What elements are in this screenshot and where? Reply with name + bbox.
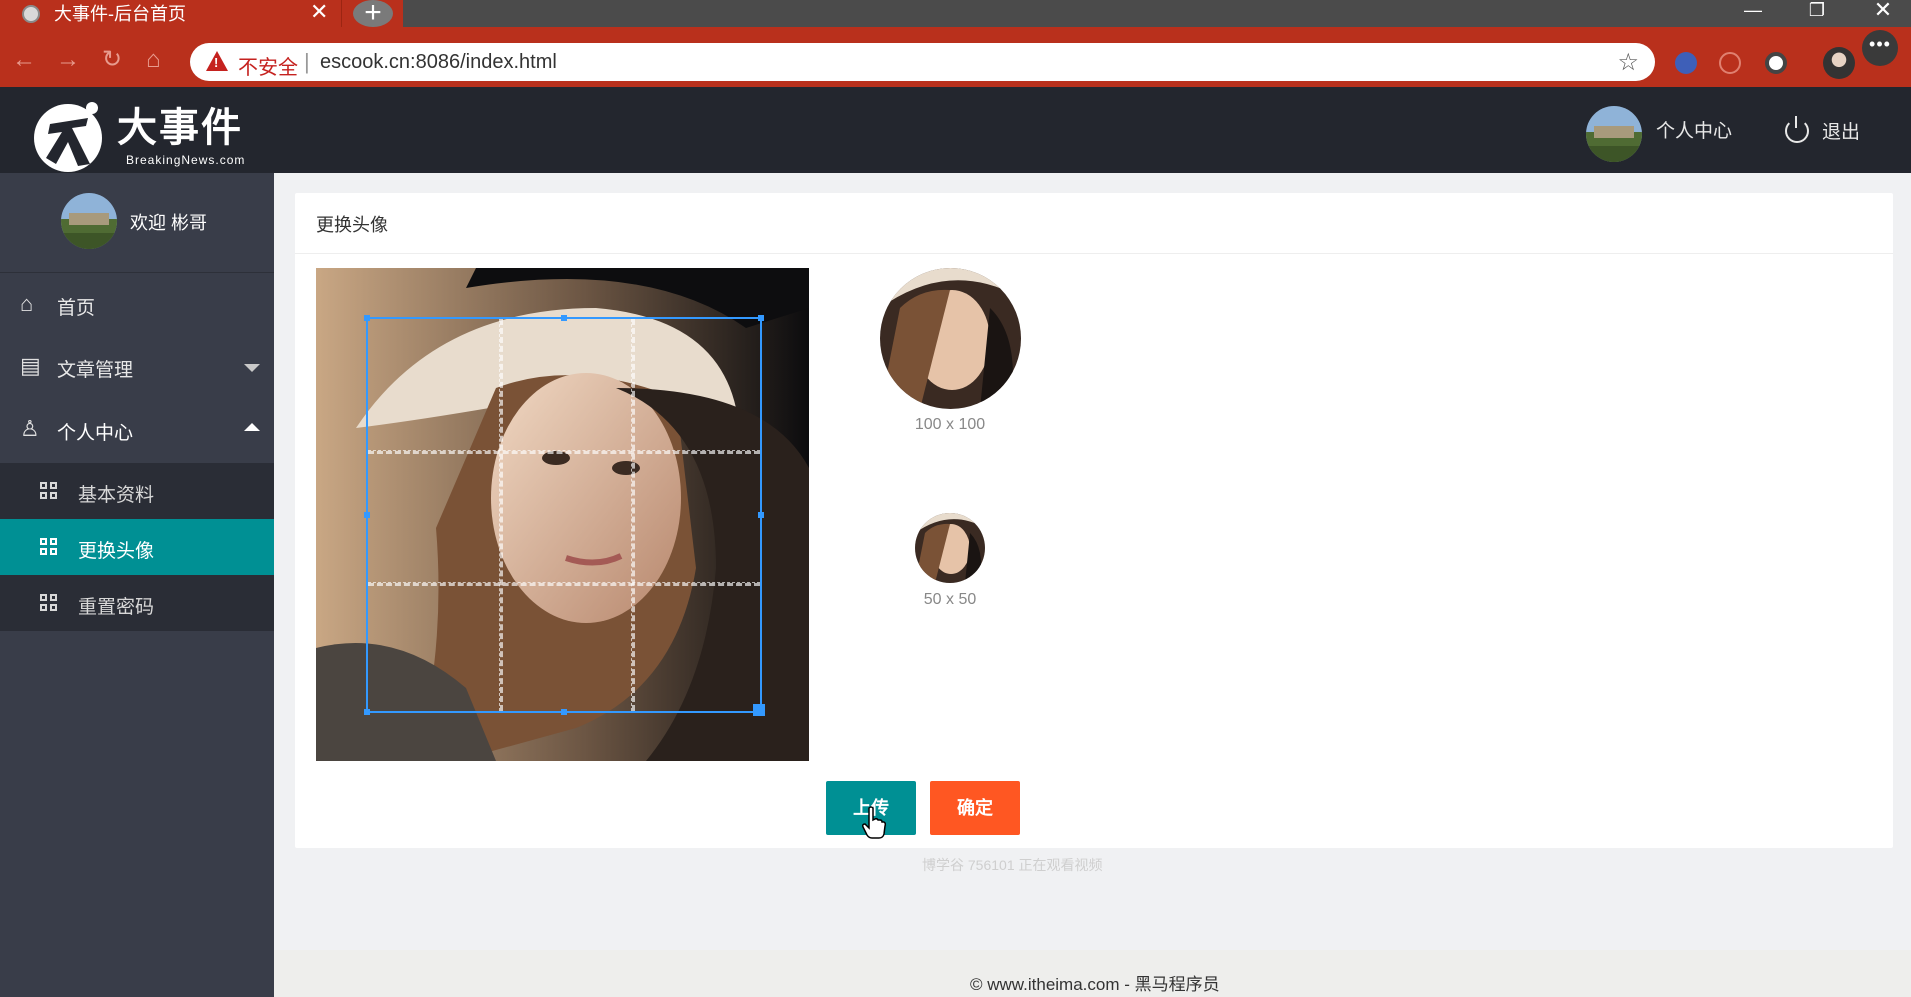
crop-handle-s[interactable] [561, 709, 567, 715]
maximize-button[interactable]: ❐ [1792, 0, 1842, 27]
avatar-preview-small [915, 513, 985, 583]
sidebar-item-profile[interactable]: ♙ 个人中心 [0, 399, 274, 461]
crop-handle-n[interactable] [561, 315, 567, 321]
confirm-button[interactable]: 确定 [930, 781, 1020, 835]
profile-avatar[interactable] [1823, 47, 1855, 79]
security-label[interactable]: 不安全 [238, 51, 298, 80]
power-icon[interactable] [1785, 116, 1809, 143]
reload-icon[interactable]: ↻ [102, 48, 122, 72]
crop-guide-line [368, 582, 760, 586]
crop-handle-sw[interactable] [364, 709, 370, 715]
sidebar-item-label: 重置密码 [78, 597, 155, 618]
logo-subtitle: BreakingNews.com [126, 153, 246, 167]
url-text[interactable]: escook.cn:8086/index.html [320, 51, 557, 74]
sidebar: 欢迎 彬哥 ⌂ 首页 ▤ 文章管理 ♙ 个人中心 基本资料 更换头像 重置密码 [0, 173, 274, 997]
sidebar-item-label: 首页 [57, 298, 96, 319]
chevron-down-icon [244, 364, 260, 372]
crop-guide-line [368, 450, 760, 454]
grid-icon [40, 594, 58, 612]
back-icon[interactable]: ← [12, 48, 36, 72]
sidebar-item-reset-password[interactable]: 重置密码 [0, 575, 274, 631]
sidebar-item-label: 基本资料 [78, 485, 155, 506]
crop-guide-line [631, 319, 635, 711]
card-title: 更换头像 [316, 215, 388, 235]
address-bar[interactable]: 不安全 | escook.cn:8086/index.html ☆ [190, 43, 1655, 81]
welcome-text: 欢迎 [130, 213, 166, 233]
browser-tab[interactable]: 大事件-后台首页 ✕ [0, 0, 342, 27]
logo-icon [34, 102, 102, 172]
watermark-text: 博学谷 756101 正在观看视频 [922, 857, 1103, 873]
extension-sync-icon[interactable] [1719, 52, 1741, 74]
sidebar-item-articles[interactable]: ▤ 文章管理 [0, 336, 274, 398]
browser-tab-strip: 大事件-后台首页 ✕ + — ❐ ✕ [0, 0, 1911, 28]
avatar-preview-large [880, 268, 1021, 409]
minimize-button[interactable]: — [1728, 0, 1778, 27]
hand-cursor-icon [862, 806, 886, 839]
sidebar-item-change-avatar[interactable]: 更换头像 [0, 519, 274, 575]
sidebar-item-home[interactable]: ⌂ 首页 [0, 274, 274, 336]
sidebar-avatar [61, 193, 117, 249]
bookmark-star-icon[interactable]: ☆ [1617, 48, 1639, 77]
window-titlebar [403, 0, 1911, 27]
card-divider [295, 253, 1893, 254]
grid-icon [40, 538, 58, 556]
crop-selection-box[interactable] [364, 315, 765, 716]
crop-handle-e[interactable] [758, 512, 764, 518]
chevron-up-icon [244, 423, 260, 431]
new-tab-button[interactable]: + [353, 0, 393, 28]
url-separator: | [304, 49, 310, 74]
sidebar-item-label: 更换头像 [78, 541, 155, 562]
home-icon: ⌂ [20, 291, 34, 316]
forward-icon[interactable]: → [56, 48, 80, 72]
crop-handle-se[interactable] [753, 704, 765, 716]
username: 彬哥 [171, 213, 208, 233]
home-icon[interactable]: ⌂ [146, 48, 161, 72]
sidebar-item-basic-info[interactable]: 基本资料 [0, 463, 274, 519]
extension-capture-icon[interactable] [1765, 52, 1787, 74]
sidebar-welcome: 欢迎 彬哥 [130, 209, 207, 235]
sidebar-item-label: 个人中心 [57, 423, 134, 444]
header-avatar[interactable] [1586, 106, 1642, 162]
footer-text: © www.itheima.com - 黑马程序员 [970, 975, 1220, 994]
preview-large-label: 100 x 100 [914, 416, 986, 433]
sidebar-user-panel: 欢迎 彬哥 [0, 173, 274, 273]
user-center-link[interactable]: 个人中心 [1656, 120, 1732, 144]
warning-icon [206, 51, 228, 71]
crop-handle-w[interactable] [364, 512, 370, 518]
more-menu-icon[interactable]: ••• [1862, 30, 1898, 66]
sidebar-item-label: 文章管理 [57, 360, 134, 381]
close-window-button[interactable]: ✕ [1858, 0, 1908, 27]
logout-link[interactable]: 退出 [1822, 121, 1860, 145]
tab-title: 大事件-后台首页 [54, 4, 186, 24]
submenu: 基本资料 更换头像 重置密码 [0, 463, 274, 631]
logo-title: 大事件 [117, 104, 243, 151]
extension-translate-icon[interactable] [1675, 52, 1697, 74]
user-icon: ♙ [20, 416, 40, 441]
preview-small-label: 50 x 50 [923, 591, 977, 608]
tab-close-icon[interactable]: ✕ [310, 1, 328, 23]
crop-handle-ne[interactable] [758, 315, 764, 321]
tab-favicon-icon [22, 5, 40, 23]
grid-icon [40, 482, 58, 500]
crop-guide-line [499, 319, 503, 711]
document-icon: ▤ [20, 353, 41, 378]
crop-handle-nw[interactable] [364, 315, 370, 321]
